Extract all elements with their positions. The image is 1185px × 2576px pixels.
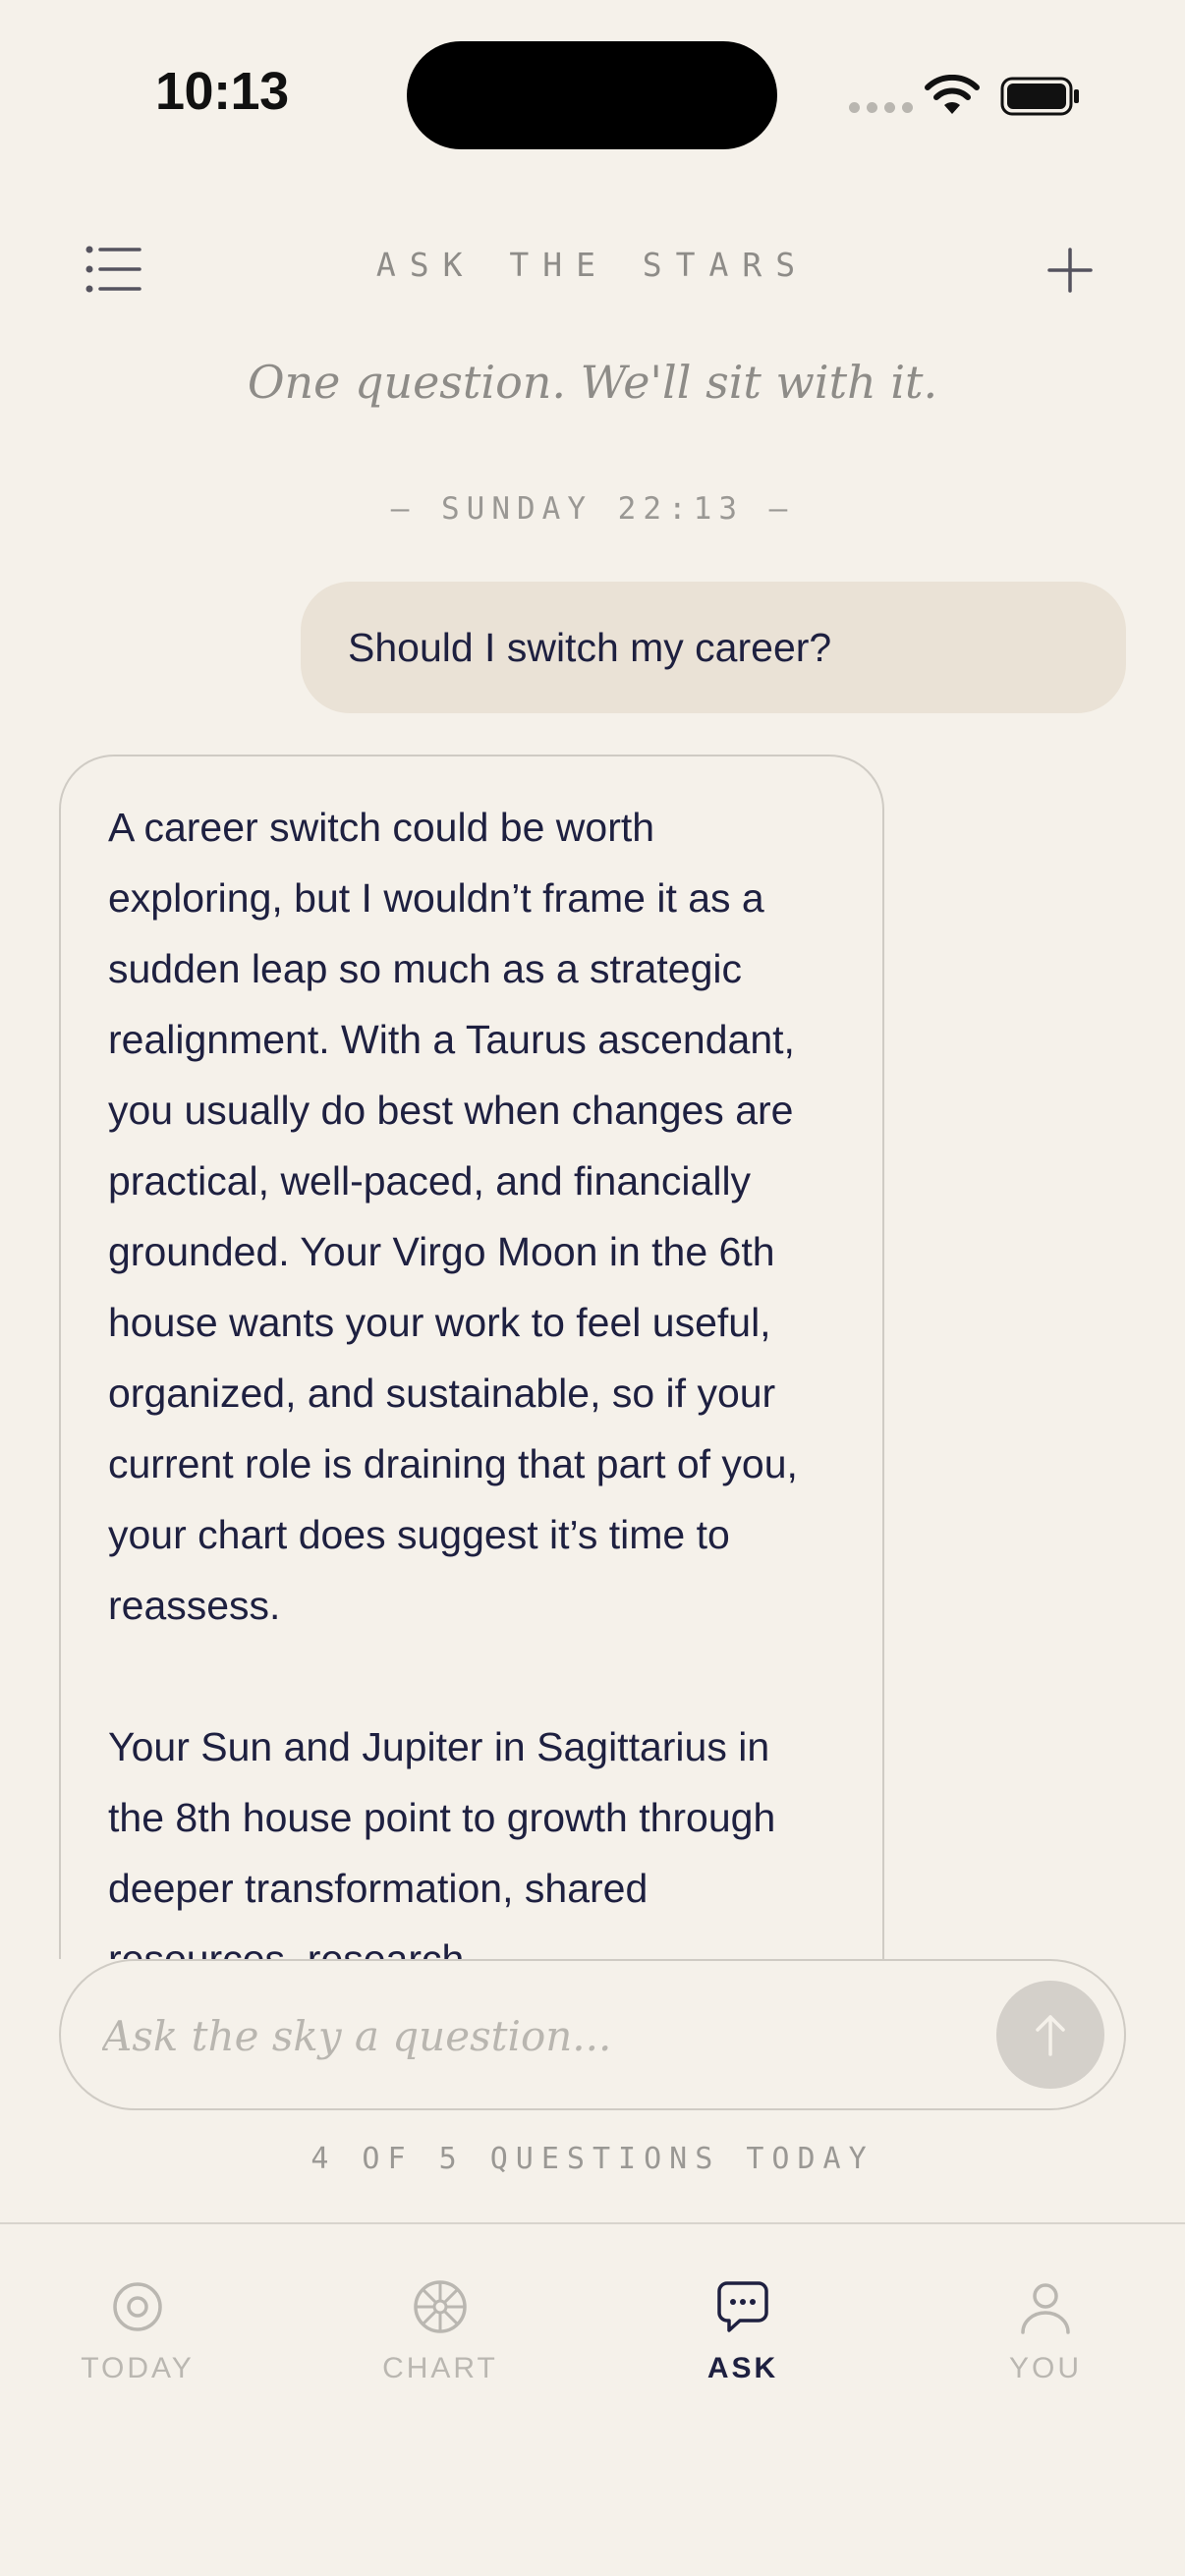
conversation-timestamp: — SUNDAY 22:13 —: [390, 491, 795, 527]
tab-label: ASK: [706, 2352, 779, 2384]
tab-label: CHART: [382, 2352, 498, 2384]
question-input[interactable]: [100, 1981, 988, 2091]
status-time: 10:13: [155, 62, 289, 121]
question-composer: [59, 1959, 1126, 2110]
cellular-signal-icon: [849, 102, 913, 113]
assistant-message-bubble: A career switch could be worth exploring…: [59, 755, 884, 1959]
tab-chart[interactable]: CHART: [322, 2277, 558, 2415]
tab-bar: TODAY CHART ASK YOU: [0, 2222, 1185, 2576]
new-question-button[interactable]: [1047, 248, 1093, 293]
target-icon: [113, 2282, 162, 2331]
tab-today[interactable]: TODAY: [20, 2277, 255, 2415]
page-title: ASK THE STARS: [375, 246, 810, 284]
send-button[interactable]: [996, 1981, 1104, 2089]
dynamic-island: [407, 41, 777, 149]
wheel-icon: [414, 2280, 467, 2333]
question-quota: 4 OF 5 QUESTIONS TODAY: [310, 2142, 875, 2176]
tab-label: TODAY: [81, 2352, 195, 2384]
page-subtitle: One question. We'll sit with it.: [247, 356, 938, 409]
user-message-text: Should I switch my career?: [348, 624, 832, 670]
plus-icon: [1047, 248, 1093, 293]
tab-label: YOU: [1008, 2352, 1082, 2384]
arrow-up-icon: [1036, 2015, 1065, 2056]
tab-you[interactable]: YOU: [928, 2277, 1163, 2415]
user-message-bubble: Should I switch my career?: [301, 582, 1126, 713]
assistant-paragraph: A career switch could be worth exploring…: [108, 805, 798, 1628]
wifi-icon: [925, 75, 980, 114]
person-icon: [1021, 2283, 1070, 2334]
assistant-paragraph: Your Sun and Jupiter in Sagittarius in t…: [108, 1724, 776, 1959]
battery-icon: [1000, 77, 1079, 116]
tab-ask[interactable]: ASK: [625, 2277, 861, 2415]
chat-scroll-area[interactable]: Should I switch my career? A career swit…: [0, 570, 1185, 1959]
chat-bubble-icon: [717, 2281, 768, 2332]
